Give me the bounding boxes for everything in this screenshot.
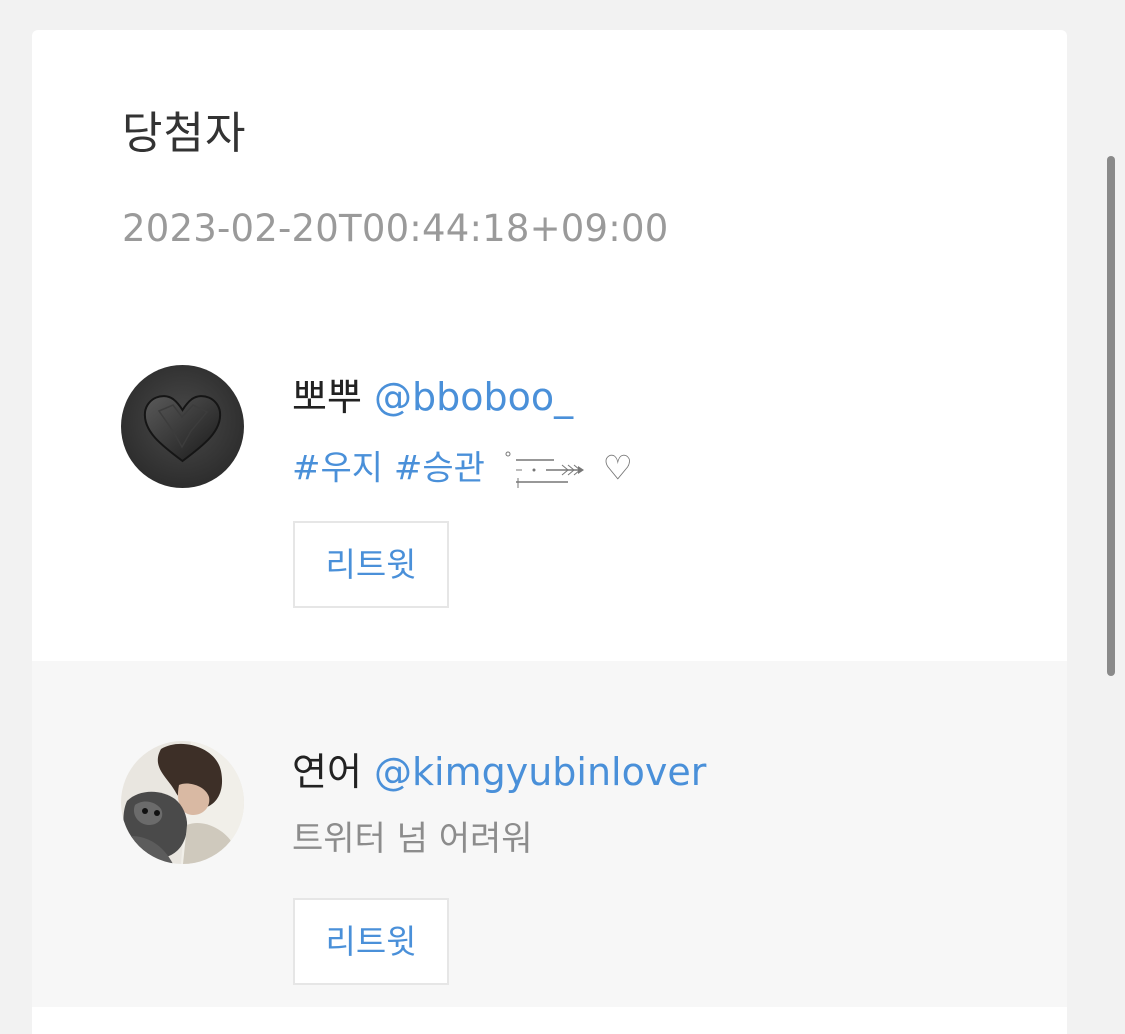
- retweet-button[interactable]: 리트윗: [293, 898, 449, 985]
- winner-display-name: 뽀뿌: [292, 375, 362, 419]
- winner-entry: 연어 @kimgyubinlover 트위터 넘 어려워 리트윗: [32, 661, 1067, 1007]
- winner-bio: #우지 #승관 ♡: [292, 448, 633, 492]
- page-title: 당첨자: [122, 108, 247, 159]
- bio-hashtags[interactable]: #우지 #승관: [292, 449, 485, 489]
- black-heart-avatar-icon[interactable]: [121, 365, 244, 488]
- winner-handle-link[interactable]: @bboboo_: [374, 375, 573, 419]
- bio-heart: ♡: [602, 448, 634, 489]
- arrow-decoration-icon: [505, 451, 584, 488]
- winner-entry: 뽀뿌 @bboboo_ #우지 #승관 ♡ 리트윗: [32, 330, 1067, 661]
- winner-name-line: 연어 @kimgyubinlover: [292, 753, 706, 791]
- winner-display-name: 연어: [292, 750, 362, 794]
- scrollbar-thumb[interactable]: [1107, 156, 1115, 676]
- draw-timestamp: 2023-02-20T00:44:18+09:00: [122, 207, 669, 250]
- person-with-dog-avatar-icon[interactable]: [121, 741, 244, 864]
- winner-handle-link[interactable]: @kimgyubinlover: [374, 750, 706, 794]
- winners-card: 당첨자 2023-02-20T00:44:18+09:00 뽀뿌 @bboboo…: [32, 30, 1067, 1034]
- retweet-button[interactable]: 리트윗: [293, 521, 449, 608]
- winner-name-line: 뽀뿌 @bboboo_: [292, 378, 573, 416]
- winner-bio: 트위터 넘 어려워: [292, 819, 533, 859]
